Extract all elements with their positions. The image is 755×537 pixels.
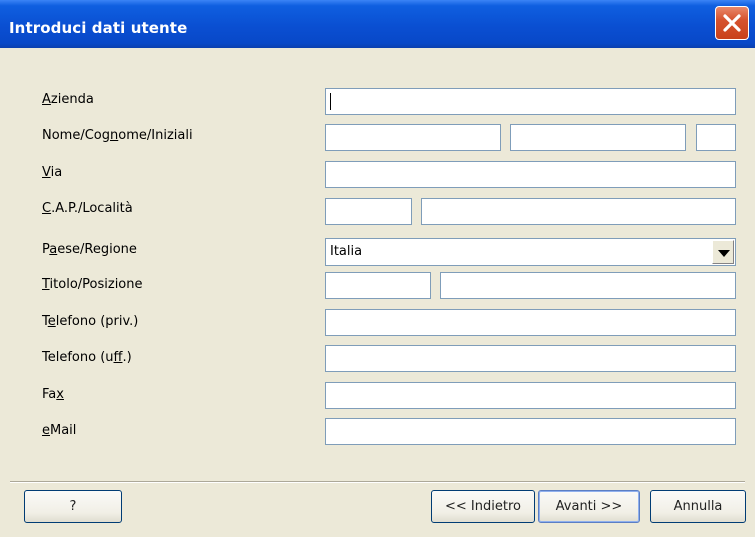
label-azienda: Azienda (42, 92, 94, 107)
telefono-priv-input[interactable] (325, 309, 736, 336)
label-fax: Fax (42, 387, 64, 402)
close-icon (723, 14, 741, 32)
label-email: eMail (42, 423, 77, 438)
label-cap-localita: C.A.P./Località (42, 201, 133, 216)
via-input[interactable] (325, 161, 736, 188)
title-bar: Introduci dati utente (0, 0, 755, 48)
posizione-input[interactable] (440, 272, 736, 299)
back-button[interactable]: << Indietro (431, 490, 535, 523)
azienda-input[interactable] (325, 88, 736, 115)
iniziali-input[interactable] (696, 124, 736, 151)
label-via: Via (42, 165, 63, 180)
cancel-button[interactable]: Annulla (650, 490, 746, 523)
email-input[interactable] (325, 418, 736, 445)
dropdown-button[interactable] (712, 240, 734, 264)
label-telefono-uff: Telefono (uff.) (42, 350, 132, 365)
help-button[interactable]: ? (24, 490, 122, 523)
cap-input[interactable] (325, 198, 412, 225)
cognome-input[interactable] (510, 124, 686, 151)
nome-input[interactable] (325, 124, 501, 151)
paese-regione-value: Italia (330, 244, 363, 259)
next-button[interactable]: Avanti >> (538, 490, 640, 523)
paese-regione-select[interactable]: Italia (325, 238, 736, 266)
close-button[interactable] (715, 6, 749, 40)
window-title: Introduci dati utente (9, 19, 188, 37)
label-nome-cognome-iniziali: Nome/Cognome/Iniziali (42, 128, 193, 143)
fax-input[interactable] (325, 382, 736, 409)
label-paese-regione: Paese/Regione (42, 242, 137, 257)
telefono-uff-input[interactable] (325, 345, 736, 372)
text-cursor (330, 93, 331, 110)
localita-input[interactable] (421, 198, 736, 225)
titolo-input[interactable] (325, 272, 431, 299)
label-titolo-posizione: Titolo/Posizione (42, 277, 143, 292)
label-telefono-priv: Telefono (priv.) (42, 314, 139, 329)
separator (10, 481, 745, 483)
chevron-down-icon (718, 250, 730, 257)
